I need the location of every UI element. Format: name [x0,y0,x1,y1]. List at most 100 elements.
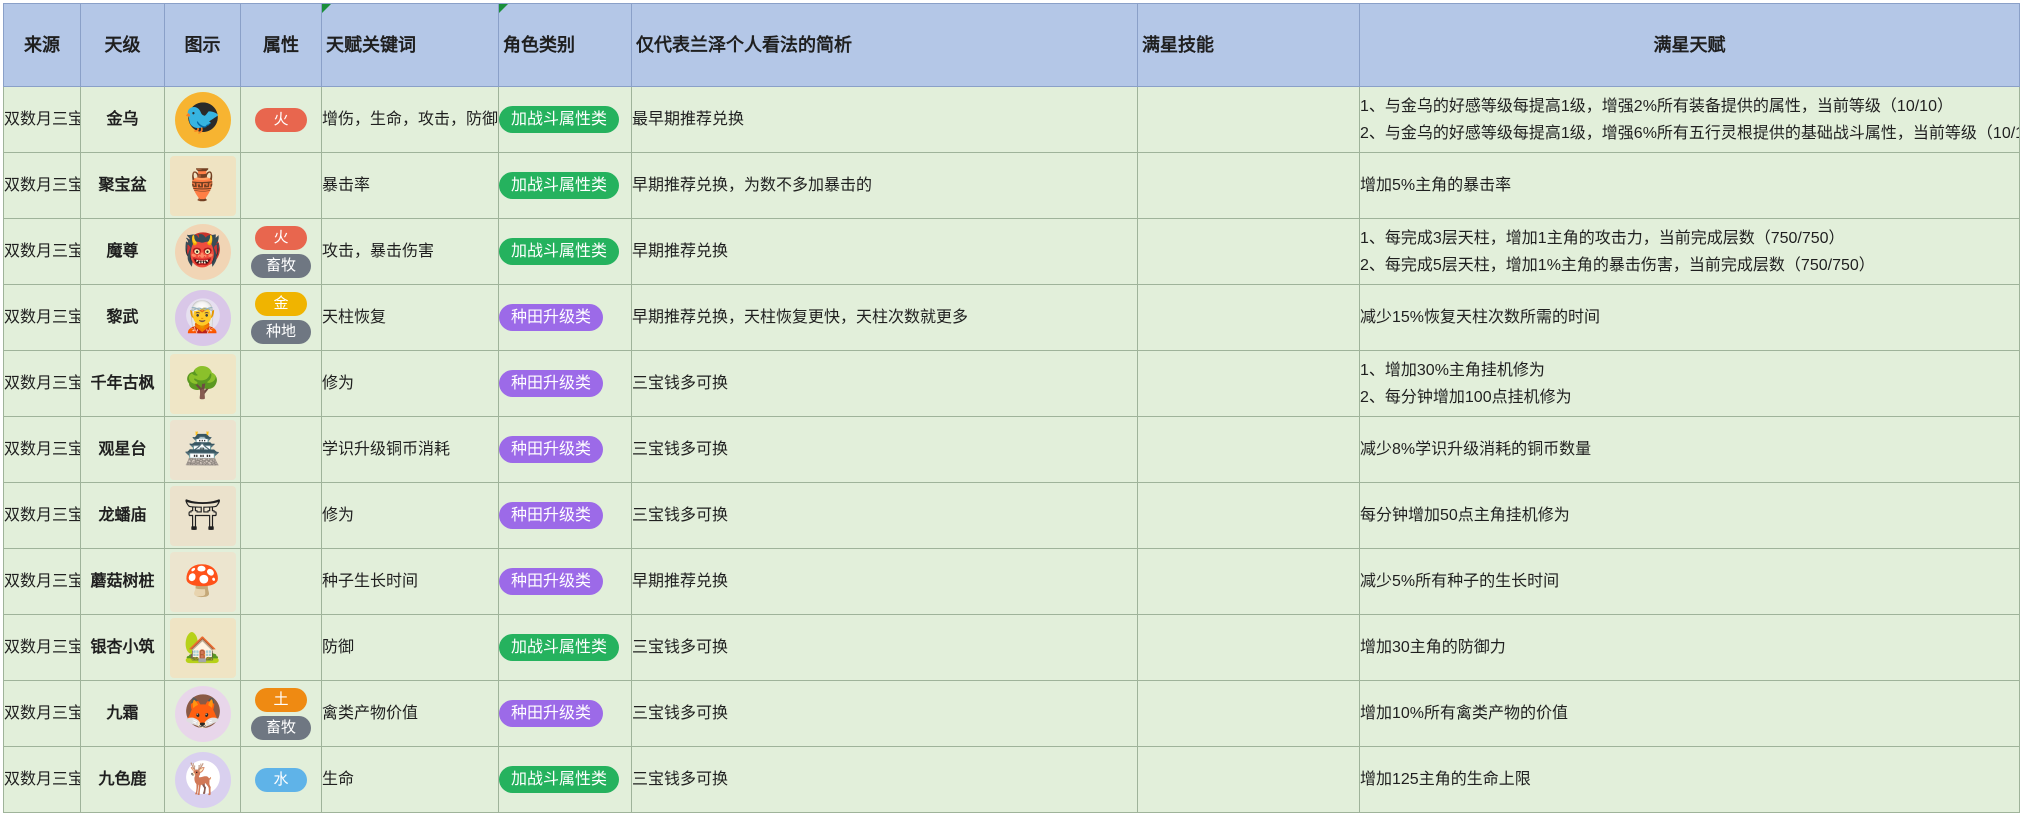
cell-tier[interactable]: 魔尊 [80,218,165,285]
cell-max-talent[interactable]: 1、与金乌的好感等级每提高1级，增强2%所有装备提供的属性，当前等级（10/10… [1359,86,2020,153]
cell-note[interactable]: 最早期推荐兑换 [631,86,1138,153]
cell-category[interactable]: 种田升级类 [498,416,632,483]
cell-max-skill[interactable] [1137,152,1360,219]
cell-icon[interactable]: ⛩ [164,482,241,549]
cell-max-skill[interactable] [1137,614,1360,681]
header-attribute[interactable]: 属性 [240,3,322,87]
cell-icon[interactable]: 🏡 [164,614,241,681]
cell-category[interactable]: 加战斗属性类 [498,614,632,681]
cell-max-talent[interactable]: 增加5%主角的暴击率 [1359,152,2020,219]
cell-source[interactable]: 双数月三宝钱兑换 [3,86,81,153]
cell-keywords[interactable]: 种子生长时间 [321,548,499,615]
cell-max-skill[interactable] [1137,680,1360,747]
cell-max-talent[interactable]: 减少8%学识升级消耗的铜币数量 [1359,416,2020,483]
cell-category[interactable]: 加战斗属性类 [498,152,632,219]
cell-source[interactable]: 双数月三宝钱兑换 [3,548,81,615]
cell-category[interactable]: 种田升级类 [498,350,632,417]
cell-max-skill[interactable] [1137,350,1360,417]
cell-tier[interactable]: 聚宝盆 [80,152,165,219]
cell-tier[interactable]: 龙蟠庙 [80,482,165,549]
cell-source[interactable]: 双数月三宝钱兑换 [3,416,81,483]
cell-max-talent[interactable]: 1、增加30%主角挂机修为 2、每分钟增加100点挂机修为 [1359,350,2020,417]
cell-note[interactable]: 早期推荐兑换，天柱恢复更快，天柱次数就更多 [631,284,1138,351]
cell-attribute[interactable]: 火畜牧 [240,218,322,285]
cell-max-skill[interactable] [1137,482,1360,549]
header-max-talent[interactable]: 满星天赋 [1359,3,2020,87]
cell-max-skill[interactable] [1137,86,1360,153]
cell-category[interactable]: 加战斗属性类 [498,746,632,813]
cell-attribute[interactable]: 土畜牧 [240,680,322,747]
cell-tier[interactable]: 观星台 [80,416,165,483]
cell-source[interactable]: 双数月三宝钱兑换 [3,218,81,285]
cell-tier[interactable]: 银杏小筑 [80,614,165,681]
cell-tier[interactable]: 蘑菇树桩 [80,548,165,615]
cell-note[interactable]: 三宝钱多可换 [631,680,1138,747]
cell-tier[interactable]: 金乌 [80,86,165,153]
cell-attribute[interactable] [240,614,322,681]
cell-source[interactable]: 双数月三宝钱兑换 [3,680,81,747]
cell-category[interactable]: 种田升级类 [498,482,632,549]
cell-note[interactable]: 早期推荐兑换 [631,548,1138,615]
cell-icon[interactable]: 🏯 [164,416,241,483]
cell-attribute[interactable] [240,548,322,615]
cell-max-skill[interactable] [1137,416,1360,483]
cell-attribute[interactable]: 水 [240,746,322,813]
header-category[interactable]: 角色类别 [498,3,632,87]
header-icon[interactable]: 图示 [164,3,241,87]
cell-category[interactable]: 加战斗属性类 [498,218,632,285]
cell-max-skill[interactable] [1137,218,1360,285]
cell-keywords[interactable]: 增伤，生命，攻击，防御，暴击率，暴击伤害 [321,86,499,153]
cell-max-talent[interactable]: 增加30主角的防御力 [1359,614,2020,681]
cell-tier[interactable]: 九霜 [80,680,165,747]
cell-attribute[interactable]: 金种地 [240,284,322,351]
cell-keywords[interactable]: 修为 [321,350,499,417]
header-keywords[interactable]: 天赋关键词 [321,3,499,87]
cell-source[interactable]: 双数月三宝钱兑换 [3,614,81,681]
cell-max-talent[interactable]: 减少15%恢复天柱次数所需的时间 [1359,284,2020,351]
cell-category[interactable]: 种田升级类 [498,284,632,351]
cell-keywords[interactable]: 修为 [321,482,499,549]
cell-category[interactable]: 种田升级类 [498,548,632,615]
cell-source[interactable]: 双数月三宝钱兑换 [3,746,81,813]
cell-keywords[interactable]: 禽类产物价值 [321,680,499,747]
cell-attribute[interactable]: 火 [240,86,322,153]
cell-icon[interactable]: 🐦 [164,86,241,153]
cell-max-skill[interactable] [1137,548,1360,615]
header-note[interactable]: 仅代表兰泽个人看法的简析 [631,3,1138,87]
cell-max-talent[interactable]: 增加10%所有禽类产物的价值 [1359,680,2020,747]
cell-attribute[interactable] [240,482,322,549]
cell-keywords[interactable]: 防御 [321,614,499,681]
cell-icon[interactable]: 🧝 [164,284,241,351]
cell-source[interactable]: 双数月三宝钱兑换 [3,152,81,219]
cell-icon[interactable]: 🍄 [164,548,241,615]
cell-source[interactable]: 双数月三宝钱兑换 [3,284,81,351]
cell-max-talent[interactable]: 1、每完成3层天柱，增加1主角的攻击力，当前完成层数（750/750） 2、每完成… [1359,218,2020,285]
header-source[interactable]: 来源 [3,3,81,87]
cell-note[interactable]: 三宝钱多可换 [631,416,1138,483]
header-tier[interactable]: 天级 [80,3,165,87]
cell-note[interactable]: 三宝钱多可换 [631,482,1138,549]
cell-keywords[interactable]: 暴击率 [321,152,499,219]
cell-max-talent[interactable]: 增加125主角的生命上限 [1359,746,2020,813]
cell-attribute[interactable] [240,416,322,483]
cell-icon[interactable]: 🦌 [164,746,241,813]
cell-tier[interactable]: 千年古枫 [80,350,165,417]
cell-note[interactable]: 三宝钱多可换 [631,746,1138,813]
cell-icon[interactable]: 🏺 [164,152,241,219]
cell-icon[interactable]: 👹 [164,218,241,285]
cell-icon[interactable]: 🌳 [164,350,241,417]
cell-max-talent[interactable]: 减少5%所有种子的生长时间 [1359,548,2020,615]
cell-icon[interactable]: 🦊 [164,680,241,747]
cell-max-skill[interactable] [1137,284,1360,351]
cell-attribute[interactable] [240,350,322,417]
cell-category[interactable]: 加战斗属性类 [498,86,632,153]
cell-attribute[interactable] [240,152,322,219]
cell-keywords[interactable]: 攻击，暴击伤害 [321,218,499,285]
cell-note[interactable]: 三宝钱多可换 [631,350,1138,417]
cell-tier[interactable]: 黎武 [80,284,165,351]
cell-keywords[interactable]: 学识升级铜币消耗 [321,416,499,483]
cell-category[interactable]: 种田升级类 [498,680,632,747]
cell-max-talent[interactable]: 每分钟增加50点主角挂机修为 [1359,482,2020,549]
cell-note[interactable]: 早期推荐兑换 [631,218,1138,285]
cell-note[interactable]: 三宝钱多可换 [631,614,1138,681]
